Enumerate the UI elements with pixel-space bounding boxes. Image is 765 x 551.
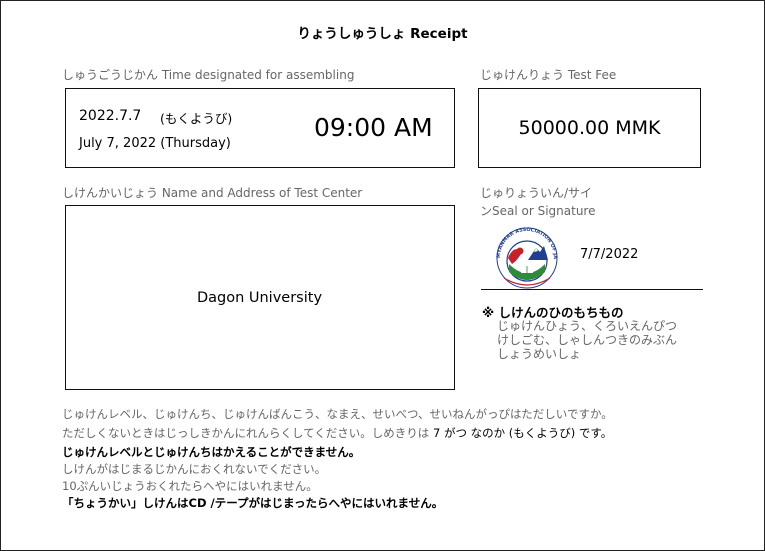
divider [481,289,703,290]
signature-label-line1: じゅりょういん/サイ [480,186,593,200]
note-listening: 「ちょうかい」しけんはCD /テープがはじまったらへやにはいれません。 [62,496,444,510]
note-late-10min: 10ぷんいじょうおくれたらへやにはいれません。 [62,479,318,493]
belongings-line: しょうめいしょ [497,347,582,361]
test-center-name: Dagon University [196,290,323,306]
note-deadline: 7 がつ なのか (もくようび) です。 [432,426,613,440]
assembly-date-en: July 7, 2022 (Thursday) [79,136,231,151]
test-fee-label: じゅけんりょう Test Fee [480,68,617,82]
assembly-day-jp: (もくようび) [160,111,233,126]
note-no-change: じゅけんレベルとじゅけんちはかえることができません。 [62,445,361,459]
signature-label-line2: ンSeal or Signature [480,204,596,218]
assembly-date-jp: 2022.7.7 [79,108,142,124]
note-contact-text: ただしくないときはじっしきかんにれんらくしてください。しめきりは [62,426,433,440]
signature-date: 7/7/2022 [580,247,639,262]
receipt-title: りょうしゅうしょ Receipt [297,26,468,42]
note-check-info: じゅけんレベル、じゅけんち、じゅけんばんこう、なまえ、せいべつ、せいねんがっぴは… [62,407,613,421]
seal-logo: MYANMAR ASSOCIATION OF JAPAN ALUMNI [492,222,558,289]
note-be-on-time: しけんがはじまるじかんにおくれないでください。 [62,462,327,476]
note-contact: ただしくないときはじっしきかんにれんらくしてください。しめきりは 7 がつ なの… [62,425,612,441]
assembly-time-label: しゅうごうじかん Time designated for assembling [62,68,355,82]
test-fee-amount: 50000.00 MMK [518,117,661,139]
assembly-time: 09:00 AM [314,113,433,142]
test-center-label: しけんかいじょう Name and Address of Test Center [62,186,363,200]
